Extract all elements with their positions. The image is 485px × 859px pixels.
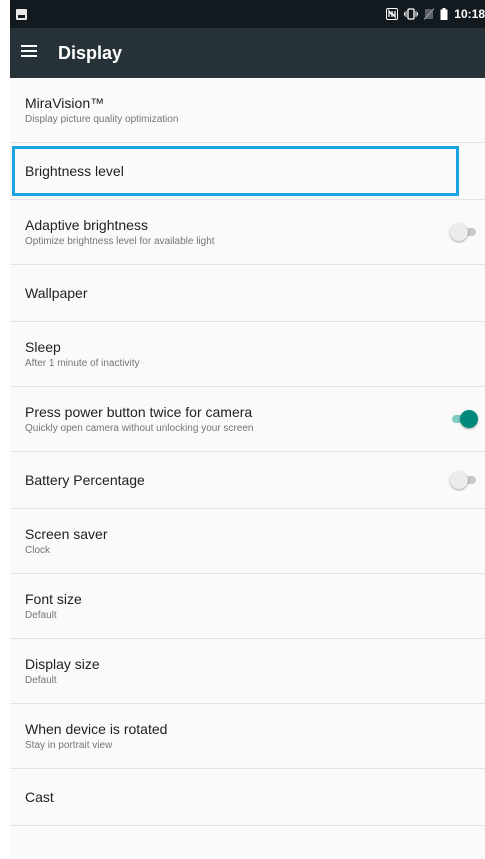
setting-display-size[interactable]: Display size Default [10,639,485,704]
setting-title: Display size [25,655,100,672]
power-button-camera-switch[interactable] [449,409,479,429]
battery-percentage-switch[interactable] [449,470,479,490]
settings-list: MiraVision™ Display picture quality opti… [10,78,485,826]
app-bar: Display [10,28,485,78]
battery-icon [440,8,448,20]
no-sim-icon [424,8,435,20]
setting-title: Cast [25,789,54,805]
setting-adaptive-brightness[interactable]: Adaptive brightness Optimize brightness … [10,200,485,265]
status-bar-left [16,8,27,20]
setting-font-size[interactable]: Font size Default [10,574,485,639]
setting-cast[interactable]: Cast [10,769,485,826]
status-bar: 10:18 [10,0,485,28]
menu-icon [21,44,37,62]
setting-summary: Display picture quality optimization [25,113,179,125]
setting-title: When device is rotated [25,720,168,737]
setting-title: Adaptive brightness [25,216,148,233]
setting-power-button-camera[interactable]: Press power button twice for camera Quic… [10,387,485,452]
setting-summary: Default [25,609,57,621]
settings-screen: 10:18 Display MiraVision™ Display pictur… [10,0,485,859]
setting-title: Press power button twice for camera [25,403,253,420]
setting-summary: Stay in portrait view [25,739,113,751]
setting-summary: Clock [25,544,51,556]
setting-title: Brightness level [25,163,124,179]
setting-summary: Optimize brightness level for available … [25,235,215,247]
setting-sleep[interactable]: Sleep After 1 minute of inactivity [10,322,485,387]
status-bar-right: 10:18 [386,7,485,21]
page-title: Display [58,42,123,63]
setting-device-rotation[interactable]: When device is rotated Stay in portrait … [10,704,485,769]
setting-summary: Default [25,674,57,686]
nfc-icon [386,8,399,20]
setting-title: Font size [25,590,82,607]
setting-title: Sleep [25,338,61,355]
setting-brightness-level[interactable]: Brightness level [10,143,485,200]
setting-summary: Quickly open camera without unlocking yo… [25,422,254,434]
menu-button[interactable] [10,28,54,78]
adaptive-brightness-switch[interactable] [449,222,479,242]
switch-thumb [450,471,468,489]
notification-icon [16,8,27,20]
setting-wallpaper[interactable]: Wallpaper [10,265,485,322]
setting-title: Wallpaper [25,285,88,301]
setting-title: Battery Percentage [25,472,145,488]
setting-title: Screen saver [25,525,108,542]
vibrate-icon [404,8,419,20]
status-time: 10:18 [454,7,485,21]
setting-battery-percentage[interactable]: Battery Percentage [10,452,485,509]
switch-thumb [450,223,468,241]
switch-thumb [460,410,478,428]
setting-summary: After 1 minute of inactivity [25,357,140,369]
setting-screen-saver[interactable]: Screen saver Clock [10,509,485,574]
setting-miravision[interactable]: MiraVision™ Display picture quality opti… [10,78,485,143]
setting-title: MiraVision™ [25,94,105,111]
